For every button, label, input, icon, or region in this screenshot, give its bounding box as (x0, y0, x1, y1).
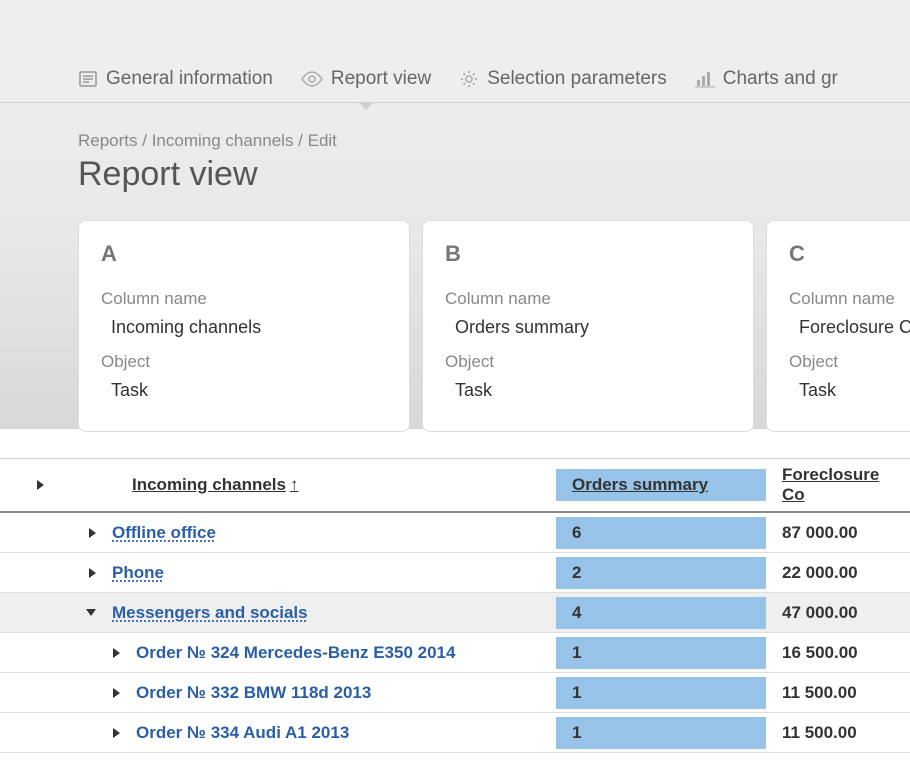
chevron-right-icon (113, 728, 120, 738)
channel-link[interactable]: Offline office (112, 523, 216, 543)
orders-value: 2 (556, 557, 766, 589)
header-foreclosure[interactable]: Foreclosure Co (766, 459, 910, 511)
table-row[interactable]: Order № 324 Mercedes-Benz E350 2014 1 16… (0, 633, 910, 673)
tab-selection-parameters[interactable]: Selection parameters (459, 68, 667, 102)
column-card-a[interactable]: A Column name Incoming channels Object T… (78, 220, 410, 432)
row-expand-toggle[interactable] (88, 722, 128, 744)
column-card-c[interactable]: C Column name Foreclosure Co Object Task (766, 220, 910, 432)
card-letter: B (445, 241, 731, 267)
table-row[interactable]: Order № 334 Audi A1 2013 1 11 500.00 (0, 713, 910, 753)
chevron-right-icon (89, 568, 96, 578)
column-name-label: Column name (101, 289, 387, 309)
column-name-label: Column name (789, 289, 910, 309)
column-name-field[interactable]: Orders summary (445, 313, 731, 352)
page-title: Report view (0, 151, 910, 194)
tab-label: Selection parameters (487, 68, 667, 90)
row-collapse-toggle[interactable] (64, 603, 104, 622)
tab-label: Report view (331, 68, 431, 90)
foreclosure-value: 11 500.00 (766, 717, 910, 749)
header-orders-summary[interactable]: Orders summary (556, 469, 766, 501)
foreclosure-value: 16 500.00 (766, 637, 910, 669)
sort-ascending-icon: ↑ (290, 475, 299, 495)
order-link[interactable]: Order № 334 Audi A1 2013 (136, 723, 349, 743)
foreclosure-value: 22 000.00 (766, 557, 910, 589)
channel-link[interactable]: Messengers and socials (112, 603, 308, 623)
tab-label: General information (106, 68, 273, 90)
gear-icon (459, 69, 479, 89)
object-label: Object (445, 352, 731, 372)
chevron-right-icon (89, 528, 96, 538)
tab-general-information[interactable]: General information (78, 68, 273, 102)
chevron-down-icon (86, 609, 96, 616)
order-link[interactable]: Order № 324 Mercedes-Benz E350 2014 (136, 643, 455, 663)
row-expand-toggle[interactable] (88, 682, 128, 704)
orders-value: 6 (556, 517, 766, 549)
table-row[interactable]: Messengers and socials 4 47 000.00 (0, 593, 910, 633)
table-row[interactable]: Phone 2 22 000.00 (0, 553, 910, 593)
column-name-field[interactable]: Foreclosure Co (789, 313, 910, 352)
chevron-right-icon (37, 480, 44, 490)
orders-value: 1 (556, 637, 766, 669)
table-header-row: Incoming channels↑ Orders summary Forecl… (0, 459, 910, 513)
order-link[interactable]: Order № 332 BMW 118d 2013 (136, 683, 371, 703)
channel-link[interactable]: Phone (112, 563, 164, 583)
column-card-b[interactable]: B Column name Orders summary Object Task (422, 220, 754, 432)
table-row[interactable]: Offline office 6 87 000.00 (0, 513, 910, 553)
foreclosure-value: 47 000.00 (766, 597, 910, 629)
document-icon (78, 70, 98, 88)
chevron-right-icon (113, 648, 120, 658)
object-field[interactable]: Task (445, 376, 731, 415)
foreclosure-value: 87 000.00 (766, 517, 910, 549)
column-name-field[interactable]: Incoming channels (101, 313, 387, 352)
object-field[interactable]: Task (789, 376, 910, 415)
breadcrumb[interactable]: Reports / Incoming channels / Edit (0, 103, 910, 151)
tab-report-view[interactable]: Report view (301, 68, 431, 102)
header-incoming-channels[interactable]: Incoming channels↑ (124, 469, 556, 501)
chevron-right-icon (113, 688, 120, 698)
card-letter: C (789, 241, 910, 267)
object-field[interactable]: Task (101, 376, 387, 415)
column-name-label: Column name (445, 289, 731, 309)
tab-label: Charts and gr (723, 68, 838, 90)
column-cards: A Column name Incoming channels Object T… (0, 194, 910, 432)
expand-all-toggle[interactable] (0, 474, 52, 496)
bar-chart-icon (695, 70, 715, 88)
report-table: Incoming channels↑ Orders summary Forecl… (0, 458, 910, 753)
object-label: Object (101, 352, 387, 372)
object-label: Object (789, 352, 910, 372)
row-expand-toggle[interactable] (64, 522, 104, 544)
orders-value: 4 (556, 597, 766, 629)
orders-value: 1 (556, 677, 766, 709)
foreclosure-value: 11 500.00 (766, 677, 910, 709)
row-expand-toggle[interactable] (88, 642, 128, 664)
tabs-bar: General information Report view Selectio… (0, 0, 910, 103)
table-row[interactable]: Order № 332 BMW 118d 2013 1 11 500.00 (0, 673, 910, 713)
eye-icon (301, 71, 323, 87)
row-expand-toggle[interactable] (64, 562, 104, 584)
tab-charts[interactable]: Charts and gr (695, 68, 838, 102)
card-letter: A (101, 241, 387, 267)
orders-value: 1 (556, 717, 766, 749)
